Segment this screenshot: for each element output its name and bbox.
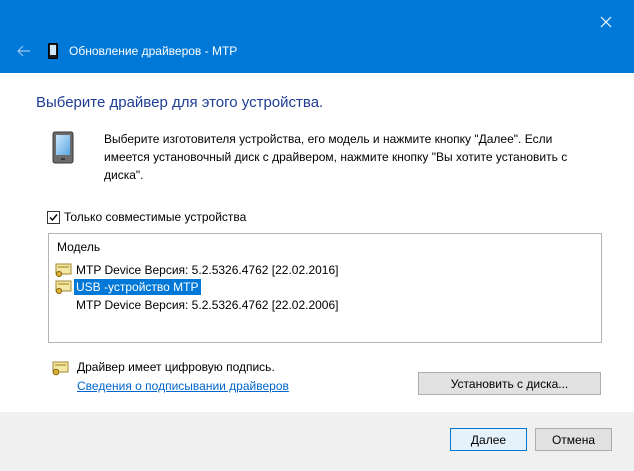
portable-device-small-icon [48, 43, 58, 59]
list-item[interactable]: MTP Device Версия: 5.2.5326.4762 [22.02.… [55, 261, 340, 278]
back-arrow-icon [17, 45, 30, 57]
instructions-text: Выберите изготовителя устройства, его мо… [104, 132, 568, 182]
compatible-only-checkbox[interactable]: Только совместимые устройства [47, 209, 246, 225]
cancel-button[interactable]: Отмена [535, 428, 612, 451]
checkbox-box[interactable] [47, 210, 60, 224]
close-button[interactable] [592, 8, 620, 36]
list-item[interactable]: MTP Device Версия: 5.2.5326.4762 [22.02.… [74, 296, 340, 313]
list-item-selected[interactable]: USB -устройство MTP [55, 278, 201, 295]
digital-signature-icon [52, 361, 69, 376]
close-icon [600, 16, 612, 28]
page-heading: Выберите драйвер для этого устройства. [36, 94, 324, 111]
model-list-header: Модель [57, 240, 101, 254]
checkmark-icon [49, 213, 58, 221]
list-item-label: USB -устройство MTP [74, 278, 201, 295]
title-bar: Обновление драйверов - MTP [0, 0, 634, 73]
list-item-label: MTP Device Версия: 5.2.5326.4762 [22.02.… [76, 262, 339, 277]
back-button[interactable] [14, 40, 34, 62]
driver-update-dialog: Обновление драйверов - MTP Выберите драй… [0, 0, 634, 471]
signature-status-text: Драйвер имеет цифровую подпись. [77, 360, 275, 374]
model-list[interactable]: Модель MTP Device Версия: 5.2.5326.4762 … [48, 233, 602, 343]
list-item-label: MTP Device Версия: 5.2.5326.4762 [22.02.… [76, 297, 339, 312]
next-button[interactable]: Далее [450, 428, 527, 451]
compatible-only-label: Только совместимые устройства [64, 210, 247, 224]
have-disk-button[interactable]: Установить с диска... [418, 372, 601, 395]
driver-signing-info-link[interactable]: Сведения о подписывании драйверов [77, 379, 289, 393]
window-title: Обновление драйверов - MTP [69, 44, 238, 58]
signed-driver-icon [55, 280, 72, 294]
portable-device-icon [52, 131, 74, 164]
signed-driver-icon [55, 263, 72, 277]
